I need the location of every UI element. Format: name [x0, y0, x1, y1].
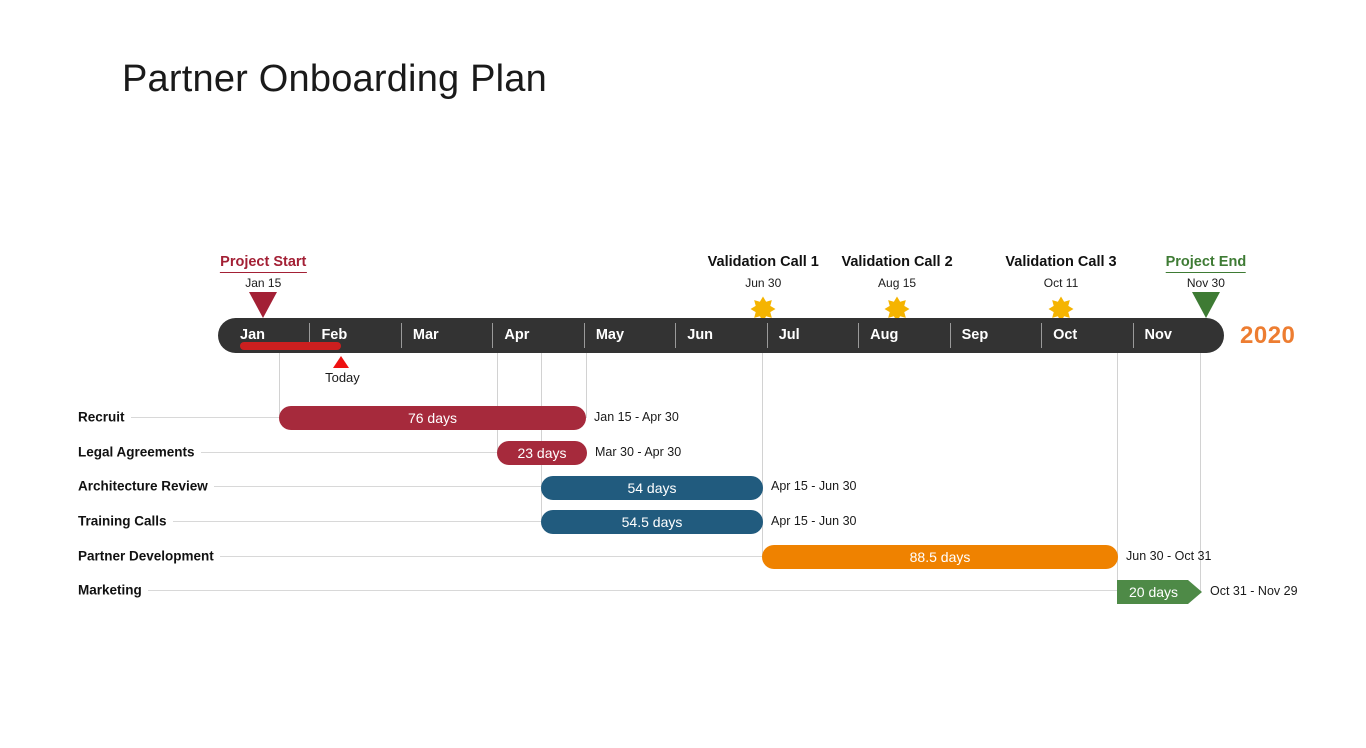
today-marker-icon	[333, 356, 350, 368]
task-date-range: Oct 31 - Nov 29	[1210, 584, 1298, 598]
milestone-triangle-down-icon	[1191, 292, 1220, 318]
vertical-gridline	[497, 353, 498, 453]
task-leader-line	[220, 556, 762, 557]
task-date-range: Jun 30 - Oct 31	[1126, 549, 1212, 563]
task-bar-training-calls[interactable]: 54.5 days	[541, 510, 763, 534]
month-separator	[1132, 323, 1134, 348]
milestone-title-1[interactable]: Project Start	[220, 254, 307, 273]
gantt-chart-canvas: Partner Onboarding Plan Project Start Jan…	[0, 0, 1366, 748]
task-bar-legal-agreements[interactable]: 23 days	[497, 441, 587, 465]
milestone-date-2: Jun 30	[745, 276, 782, 290]
milestone-triangle-down-icon	[249, 292, 278, 318]
milestone-date-3: Aug 15	[878, 276, 917, 290]
task-label-training-calls[interactable]: Training Calls	[78, 514, 167, 529]
page-title: Partner Onboarding Plan	[122, 58, 547, 100]
month-separator	[583, 323, 585, 348]
milestone-date-4: Oct 11	[1043, 276, 1079, 290]
timeline-axis-bar[interactable]: Jan Feb Mar Apr May Jun Jul Aug Sep Oct Nov	[218, 318, 1224, 353]
month-separator	[1041, 323, 1043, 348]
year-label: 2020	[1240, 322, 1296, 349]
milestone-title-5[interactable]: Project End	[1165, 254, 1247, 273]
month-label-aug: Aug	[870, 327, 899, 343]
month-label-jul: Jul	[778, 327, 800, 343]
month-separator	[949, 323, 951, 348]
task-date-range: Mar 30 - Apr 30	[595, 445, 682, 459]
task-label-marketing[interactable]: Marketing	[78, 583, 142, 598]
month-label-nov: Nov	[1144, 327, 1172, 343]
task-leader-line	[173, 521, 541, 522]
task-label-recruit[interactable]: Recruit	[78, 410, 125, 425]
task-label-legal-agreements[interactable]: Legal Agreements	[78, 445, 195, 460]
month-label-oct: Oct	[1053, 327, 1078, 343]
task-label-partner-development[interactable]: Partner Development	[78, 549, 214, 564]
month-separator	[400, 323, 402, 348]
task-leader-line	[214, 486, 541, 487]
milestone-date-5: Nov 30	[1186, 276, 1225, 290]
month-separator	[766, 323, 768, 348]
month-separator	[675, 323, 677, 348]
task-leader-line	[148, 590, 1117, 591]
today-label: Today	[325, 370, 360, 385]
month-separator	[858, 323, 860, 348]
task-leader-line	[131, 417, 279, 418]
month-label-mar: Mar	[412, 327, 439, 343]
task-leader-line	[201, 452, 497, 453]
milestone-title-3[interactable]: Validation Call 2	[841, 254, 952, 270]
task-bar-partner-development[interactable]: 88.5 days	[762, 545, 1118, 569]
task-date-range: Apr 15 - Jun 30	[771, 479, 857, 493]
elapsed-progress-strip	[240, 342, 342, 350]
task-date-range: Apr 15 - Jun 30	[771, 514, 857, 528]
month-label-feb: Feb	[321, 327, 348, 343]
milestone-date-1: Jan 15	[245, 276, 282, 290]
task-date-range: Jan 15 - Apr 30	[594, 410, 679, 424]
task-label-architecture-review[interactable]: Architecture Review	[78, 479, 208, 494]
milestone-title-4[interactable]: Validation Call 3	[1005, 254, 1116, 270]
task-bar-architecture-review[interactable]: 54 days	[541, 476, 763, 500]
month-label-jan: Jan	[240, 327, 265, 343]
vertical-gridline	[279, 353, 280, 418]
vertical-gridline	[541, 353, 542, 522]
month-label-apr: Apr	[504, 327, 530, 343]
milestone-title-2[interactable]: Validation Call 1	[708, 254, 819, 270]
month-label-jun: Jun	[687, 327, 714, 343]
task-bar-recruit[interactable]: 76 days	[279, 406, 586, 430]
month-separator	[492, 323, 494, 348]
month-label-may: May	[595, 327, 625, 343]
month-label-sep: Sep	[961, 327, 989, 343]
task-bar-marketing[interactable]: 20 days	[1117, 580, 1202, 604]
vertical-gridline	[586, 353, 587, 418]
